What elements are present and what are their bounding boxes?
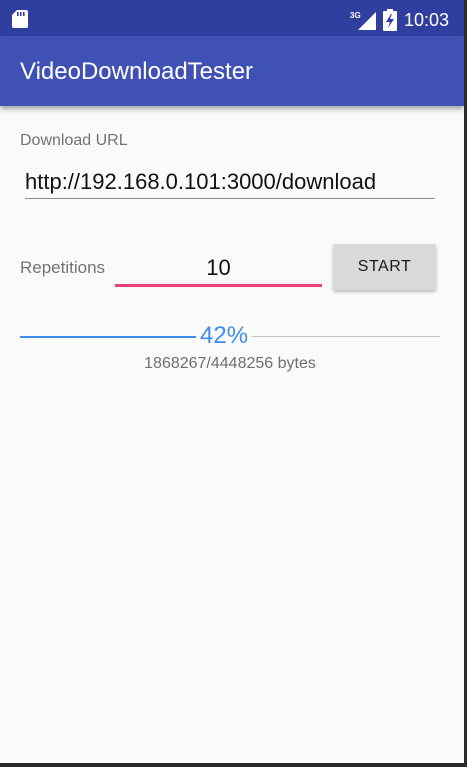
download-progress-bar: 42% (20, 322, 440, 349)
app-screen: 3G 10:03 VideoDownloadTester Download UR… (0, 0, 464, 763)
url-input[interactable] (25, 166, 435, 199)
app-bar: VideoDownloadTester (0, 36, 464, 106)
network-type-label: 3G (350, 11, 361, 20)
sd-card-icon (12, 10, 28, 28)
progress-percent: 42% (200, 322, 249, 349)
progress-remaining (252, 336, 440, 337)
repetitions-input[interactable] (115, 252, 322, 287)
progress-bytes: 1868267/4448256 bytes (144, 355, 316, 372)
url-label: Download URL (20, 132, 128, 149)
battery-charging-icon (383, 9, 397, 31)
cell-signal-icon: 3G (350, 11, 376, 30)
status-time: 10:03 (404, 10, 450, 30)
status-bar: 3G 10:03 (0, 0, 464, 36)
repetitions-label: Repetitions (20, 258, 106, 277)
progress-fill (20, 336, 196, 338)
start-button[interactable]: START (333, 244, 436, 290)
app-title: VideoDownloadTester (20, 58, 254, 85)
